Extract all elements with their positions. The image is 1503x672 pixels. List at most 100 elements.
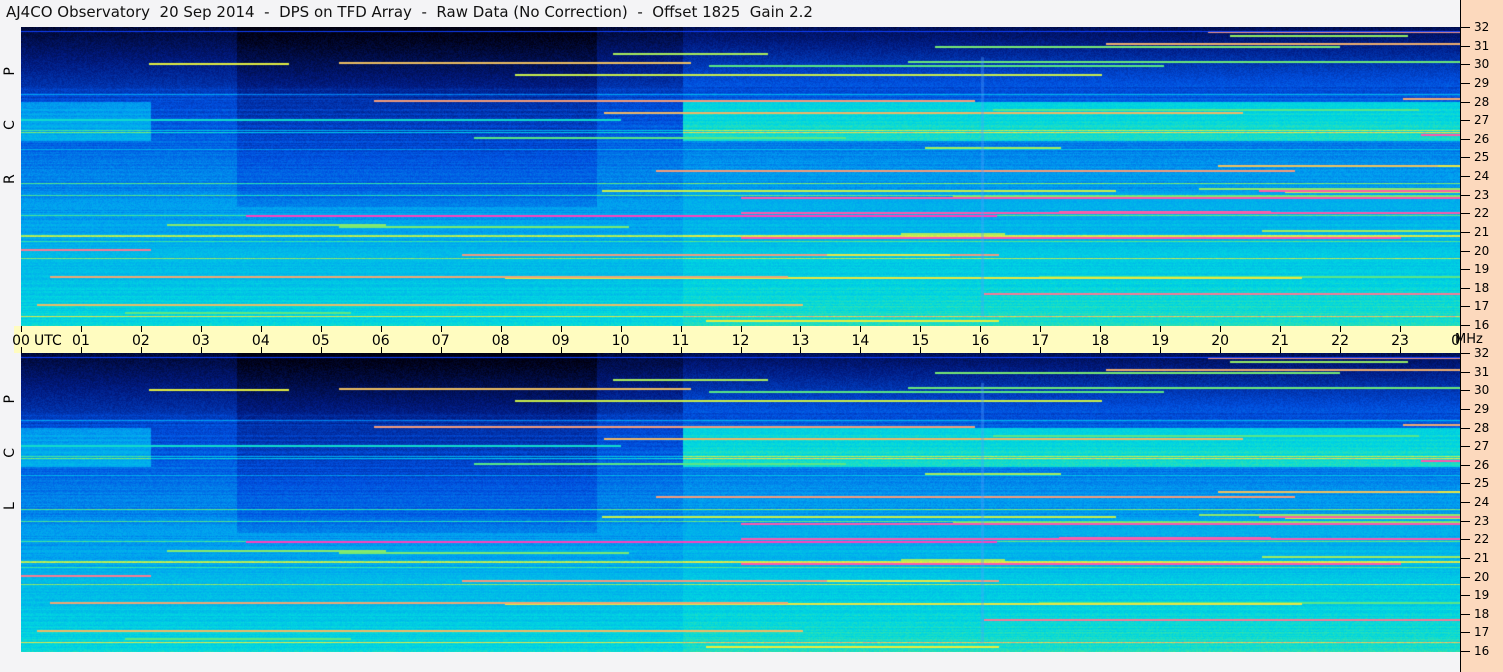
y-tick-label: 20 [1474,569,1490,584]
y-tick-mark [1460,176,1470,177]
y-tick-label: 16 [1474,318,1490,332]
y-tick-mark [1460,138,1470,140]
y-tick-mark [1460,250,1470,252]
y-tick-label: 25 [1474,150,1490,165]
y-tick-label: 18 [1474,280,1490,295]
x-tick-label: 17 [1031,333,1050,349]
y-tick-label: 22 [1474,206,1490,221]
x-tick-label: 04 [251,333,270,349]
y-tick-mark [1460,427,1470,429]
y-tick-mark [1460,595,1470,597]
x-tick-mark [1100,326,1102,332]
x-tick-label: 21 [1271,333,1290,349]
y-tick-mark [1460,613,1470,615]
y-tick-label: 24 [1474,169,1490,183]
y-tick-label: 25 [1474,476,1490,491]
y-tick-mark [1460,157,1470,159]
x-tick-mark [140,326,142,332]
y-tick-mark [1460,520,1470,522]
y-tick-label: 23 [1474,187,1490,202]
y-tick-mark [1460,408,1470,410]
x-tick-label: 15 [911,333,930,349]
y-axis-unit: MHz [1455,332,1483,347]
y-tick-mark [1460,325,1470,326]
y-tick-mark [1460,502,1470,503]
y-tick-label: 17 [1474,625,1490,640]
x-tick-label: 09 [551,333,570,349]
y-tick-label: 16 [1474,644,1490,658]
y-tick-mark [1460,287,1470,289]
y-tick-label: 30 [1474,383,1490,398]
x-tick-mark [260,326,262,332]
y-tick-label: 26 [1474,131,1490,146]
y-tick-mark [1460,446,1470,448]
y-tick-mark [1460,194,1470,196]
y-tick-label: 27 [1474,439,1490,454]
y-tick-label: 19 [1474,262,1490,277]
x-tick-label: 14 [851,333,870,349]
y-tick-label: 17 [1474,299,1490,314]
x-tick-mark [1280,326,1282,332]
x-axis-label: UTC [34,333,62,349]
y-tick-label: 29 [1474,401,1490,416]
x-tick-mark [740,326,742,332]
y-tick-mark [1460,464,1470,466]
y-tick-mark [1460,371,1470,373]
x-tick-label: 18 [1091,333,1110,349]
x-tick-label: 11 [671,333,690,349]
x-tick-mark [500,326,502,332]
y-tick-mark [1460,120,1470,122]
x-tick-label: 00 [12,333,30,349]
y-tick-label: 28 [1474,420,1490,435]
x-tick-mark [1220,326,1222,332]
x-tick-label: 08 [491,333,510,349]
lcp-heatmap [21,353,1460,652]
x-tick-label: 19 [1151,333,1170,349]
chart-title: AJ4CO Observatory 20 Sep 2014 - DPS on T… [6,3,813,21]
y-tick-mark [1460,390,1470,392]
x-tick-mark [680,326,682,332]
x-tick-label: 03 [191,333,210,349]
y-tick-mark [1460,45,1470,47]
x-tick-label: 12 [731,333,750,349]
x-tick-mark [980,326,982,332]
lcp-spectrogram [21,353,1460,652]
x-tick-mark [21,326,22,332]
y-tick-label: 31 [1474,364,1490,379]
y-tick-label: 32 [1474,346,1490,360]
x-tick-label: 01 [72,333,90,349]
y-tick-mark [1460,353,1470,354]
x-tick-mark [860,326,862,332]
y-tick-label: 19 [1474,588,1490,603]
y-tick-label: 20 [1474,243,1490,258]
x-tick-mark [1400,326,1402,332]
x-tick-mark [320,326,322,332]
x-tick-label: 07 [431,333,450,349]
x-tick-mark [620,326,622,332]
rcp-label: R C P [2,47,18,184]
y-tick-label: 18 [1474,606,1490,621]
y-tick-label: 28 [1474,94,1490,109]
y-tick-label: 21 [1474,224,1490,239]
y-tick-mark [1460,539,1470,541]
y-tick-mark [1460,231,1470,233]
y-tick-label: 21 [1474,550,1490,565]
x-tick-mark [80,326,82,332]
x-tick-label: 16 [971,333,990,349]
x-tick-label: 13 [791,333,810,349]
y-tick-label: 30 [1474,57,1490,72]
y-tick-mark [1460,213,1470,215]
y-tick-label: 24 [1474,495,1490,509]
x-tick-label: 02 [131,333,150,349]
y-tick-label: 27 [1474,113,1490,128]
x-tick-label: 23 [1391,333,1409,349]
x-tick-label: 22 [1331,333,1349,349]
y-tick-label: 31 [1474,38,1490,53]
lcp-label: L C P [2,375,18,510]
x-tick-mark [380,326,382,332]
y-tick-mark [1460,557,1470,559]
x-tick-label: 06 [371,333,390,349]
y-tick-mark [1460,269,1470,271]
y-tick-mark [1460,82,1470,84]
x-tick-mark [560,326,562,332]
